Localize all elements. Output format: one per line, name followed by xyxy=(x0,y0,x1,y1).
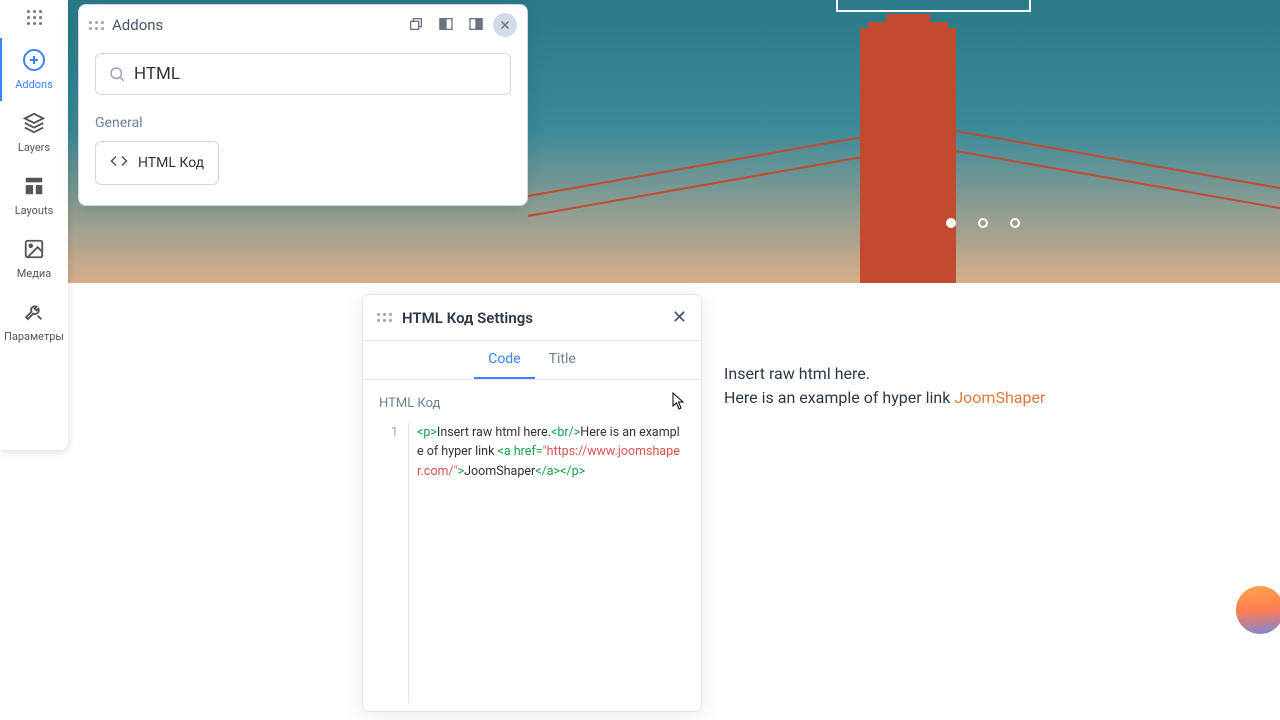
preview-link[interactable]: JoomShaper xyxy=(954,388,1045,407)
preview-line: Insert raw html here. xyxy=(724,362,1045,386)
carousel-dot[interactable] xyxy=(1010,218,1020,228)
layers-icon xyxy=(22,111,46,135)
search-icon xyxy=(108,65,126,83)
left-sidebar: Addons Layers Layouts Медиа Параметры xyxy=(0,0,68,450)
field-label: HTML Код xyxy=(379,396,685,411)
carousel-pagination xyxy=(946,218,1020,228)
hero-outline-box xyxy=(836,0,1031,12)
sidebar-item-addons[interactable]: Addons xyxy=(0,38,68,101)
split-right-icon[interactable] xyxy=(463,13,489,35)
sidebar-item-params[interactable]: Параметры xyxy=(0,290,68,353)
addons-panel-header: Addons xyxy=(79,5,527,45)
image-icon xyxy=(22,237,46,261)
bridge-cable xyxy=(528,129,903,197)
settings-panel-title: HTML Код Settings xyxy=(402,309,672,327)
settings-panel-header: HTML Код Settings ✕ xyxy=(363,295,701,341)
addon-html-code[interactable]: HTML Код xyxy=(95,141,219,185)
drag-handle-icon[interactable] xyxy=(89,21,104,30)
line-gutter: 1 xyxy=(379,423,409,703)
addons-panel-title: Addons xyxy=(112,16,403,34)
sidebar-item-label: Addons xyxy=(15,78,53,91)
restore-window-icon[interactable] xyxy=(403,13,429,35)
plus-circle-icon xyxy=(22,48,46,72)
preview-output: Insert raw html here. Here is an example… xyxy=(724,362,1045,410)
split-left-icon[interactable] xyxy=(433,13,459,35)
sidebar-item-layouts[interactable]: Layouts xyxy=(0,164,68,227)
settings-panel: HTML Код Settings ✕ Code Title HTML Код … xyxy=(362,294,702,712)
sidebar-item-label: Медиа xyxy=(17,267,51,280)
search-input[interactable] xyxy=(134,64,498,84)
bridge-tower-top xyxy=(886,14,930,24)
sidebar-item-label: Layers xyxy=(18,141,50,154)
sidebar-item-label: Layouts xyxy=(15,204,54,217)
close-icon[interactable] xyxy=(493,13,517,37)
tab-title[interactable]: Title xyxy=(535,341,590,379)
settings-tabs: Code Title xyxy=(363,341,701,380)
preview-line: Here is an example of hyper link JoomSha… xyxy=(724,386,1045,410)
drag-handle-icon[interactable] xyxy=(377,313,392,322)
sidebar-item-layers[interactable]: Layers xyxy=(0,101,68,164)
cursor-icon xyxy=(672,392,686,410)
code-content[interactable]: <p>Insert raw html here.<br/>Here is an … xyxy=(409,423,685,703)
tools-icon xyxy=(22,300,46,324)
layout-icon xyxy=(22,174,46,198)
close-icon[interactable]: ✕ xyxy=(672,307,687,328)
bridge-cable xyxy=(528,149,903,217)
code-icon xyxy=(110,152,128,174)
addon-card-label: HTML Код xyxy=(138,155,204,171)
carousel-dot[interactable] xyxy=(946,218,956,228)
section-label: General xyxy=(95,115,511,131)
addons-panel: Addons General HTML Код xyxy=(78,4,528,206)
search-box[interactable] xyxy=(95,53,511,95)
chat-bubble-icon[interactable] xyxy=(1226,576,1280,644)
code-editor[interactable]: 1 <p>Insert raw html here.<br/>Here is a… xyxy=(379,423,685,703)
sidebar-item-media[interactable]: Медиа xyxy=(0,227,68,290)
sidebar-item-label: Параметры xyxy=(4,330,64,343)
tab-code[interactable]: Code xyxy=(474,341,534,379)
drag-handle-icon[interactable] xyxy=(25,8,43,26)
carousel-dot[interactable] xyxy=(978,218,988,228)
